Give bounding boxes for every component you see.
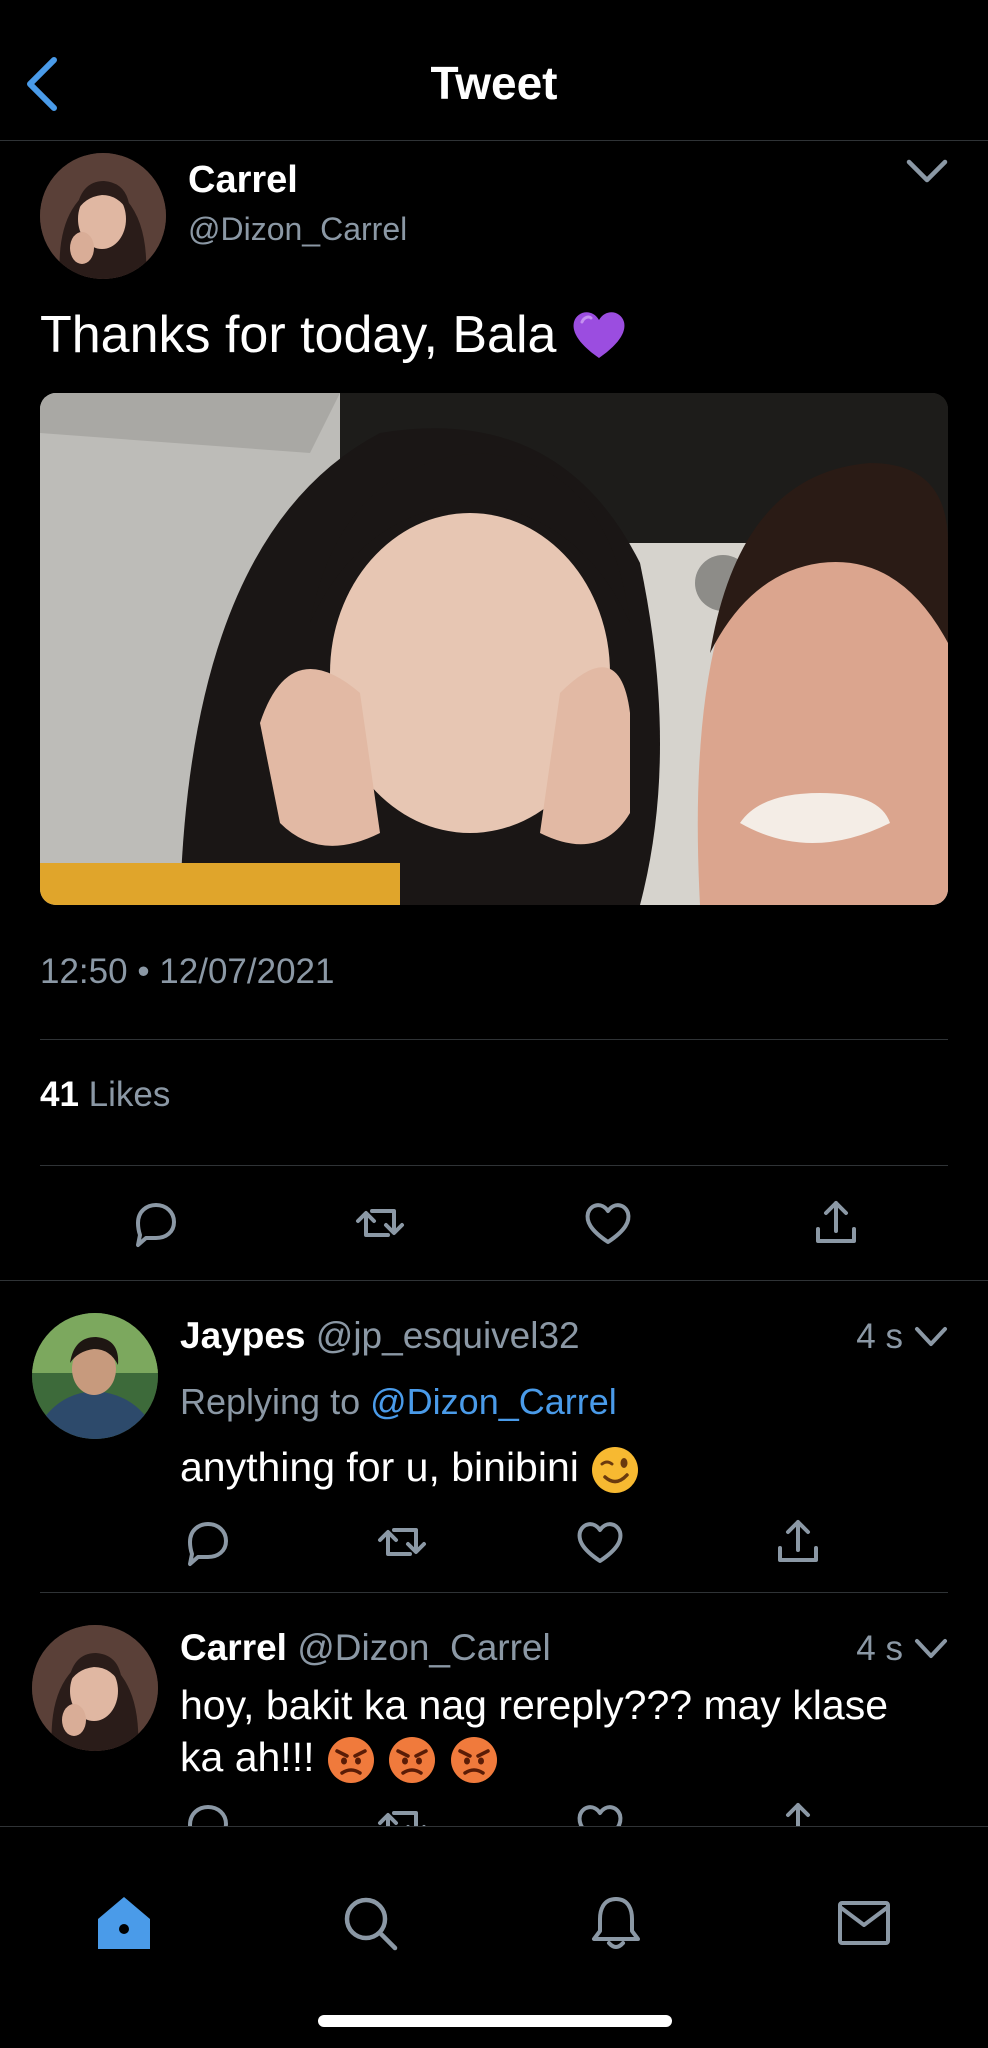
author-name[interactable]: Carrel (188, 159, 298, 202)
reply-header: Carrel @Dizon_Carrel (180, 1627, 551, 1669)
tweet-text: Thanks for today, Bala (40, 305, 628, 365)
reply-author-name[interactable]: Jaypes (180, 1315, 306, 1356)
chevron-down-icon[interactable] (914, 1637, 948, 1661)
winking-face-emoji (592, 1447, 639, 1494)
reply-author-handle[interactable]: @Dizon_Carrel (297, 1627, 550, 1668)
page-title: Tweet (430, 57, 558, 109)
author-handle[interactable]: @Dizon_Carrel (188, 211, 407, 248)
replying-to: Replying to @Dizon_Carrel (180, 1381, 617, 1423)
likes-count[interactable]: 41 Likes (40, 1075, 170, 1115)
reply-text-line-2-row: ka ah!!! (180, 1731, 940, 1785)
retweet-icon[interactable] (354, 1197, 406, 1249)
divider (40, 1039, 948, 1040)
tweet-photo[interactable] (40, 393, 948, 905)
reply-icon[interactable] (128, 1197, 180, 1249)
home-indicator (318, 2015, 672, 2027)
home-icon[interactable] (94, 1893, 154, 1953)
reply-header: Jaypes @jp_esquivel32 (180, 1315, 580, 1357)
reply-avatar[interactable] (32, 1625, 158, 1751)
tweet-timestamp: 12:50 • 12/07/2021 (40, 952, 335, 991)
angry-face-emoji (450, 1737, 497, 1784)
share-icon[interactable] (772, 1516, 824, 1568)
tweet-date: 12/07/2021 (159, 952, 335, 991)
reply-text-line-2: ka ah!!! (180, 1734, 315, 1780)
section-divider (0, 1280, 988, 1281)
retweet-icon[interactable] (376, 1516, 428, 1568)
reply-avatar[interactable] (32, 1313, 158, 1439)
reply-text: hoy, bakit ka nag rereply??? may klase k… (180, 1679, 940, 1785)
search-icon[interactable] (340, 1893, 400, 1953)
reply-time: 4 s (856, 1629, 903, 1668)
top-nav-bar: Tweet (0, 0, 988, 141)
likes-label: Likes (88, 1075, 171, 1114)
replying-to-label: Replying to (180, 1381, 361, 1422)
reply-text-line-1: hoy, bakit ka nag rereply??? may klase (180, 1682, 889, 1728)
purple-heart-emoji (573, 312, 625, 358)
reply-author-handle[interactable]: @jp_esquivel32 (316, 1315, 580, 1356)
tweet-time: 12:50 (40, 952, 128, 991)
author-avatar[interactable] (40, 153, 166, 279)
likes-number: 41 (40, 1075, 79, 1114)
chevron-down-icon[interactable] (914, 1325, 948, 1349)
angry-face-emoji (327, 1737, 374, 1784)
replying-to-link[interactable]: @Dizon_Carrel (370, 1381, 617, 1422)
reply-actions (0, 1516, 988, 1580)
reply-time: 4 s (856, 1317, 903, 1356)
tweet-actions (0, 1197, 988, 1261)
chevron-down-icon[interactable] (905, 156, 949, 186)
divider (40, 1165, 948, 1166)
share-icon[interactable] (810, 1197, 862, 1249)
reply-text: anything for u, binibini (180, 1441, 940, 1495)
reply-text-content: anything for u, binibini (180, 1444, 579, 1490)
angry-face-emoji (389, 1737, 436, 1784)
reply-author-name[interactable]: Carrel (180, 1627, 287, 1668)
tweet-text-content: Thanks for today, Bala (40, 306, 557, 364)
divider (40, 1592, 948, 1593)
mail-icon[interactable] (834, 1893, 894, 1953)
like-icon[interactable] (582, 1197, 634, 1249)
reply-icon[interactable] (180, 1516, 232, 1568)
bell-icon[interactable] (586, 1893, 646, 1953)
like-icon[interactable] (574, 1516, 626, 1568)
